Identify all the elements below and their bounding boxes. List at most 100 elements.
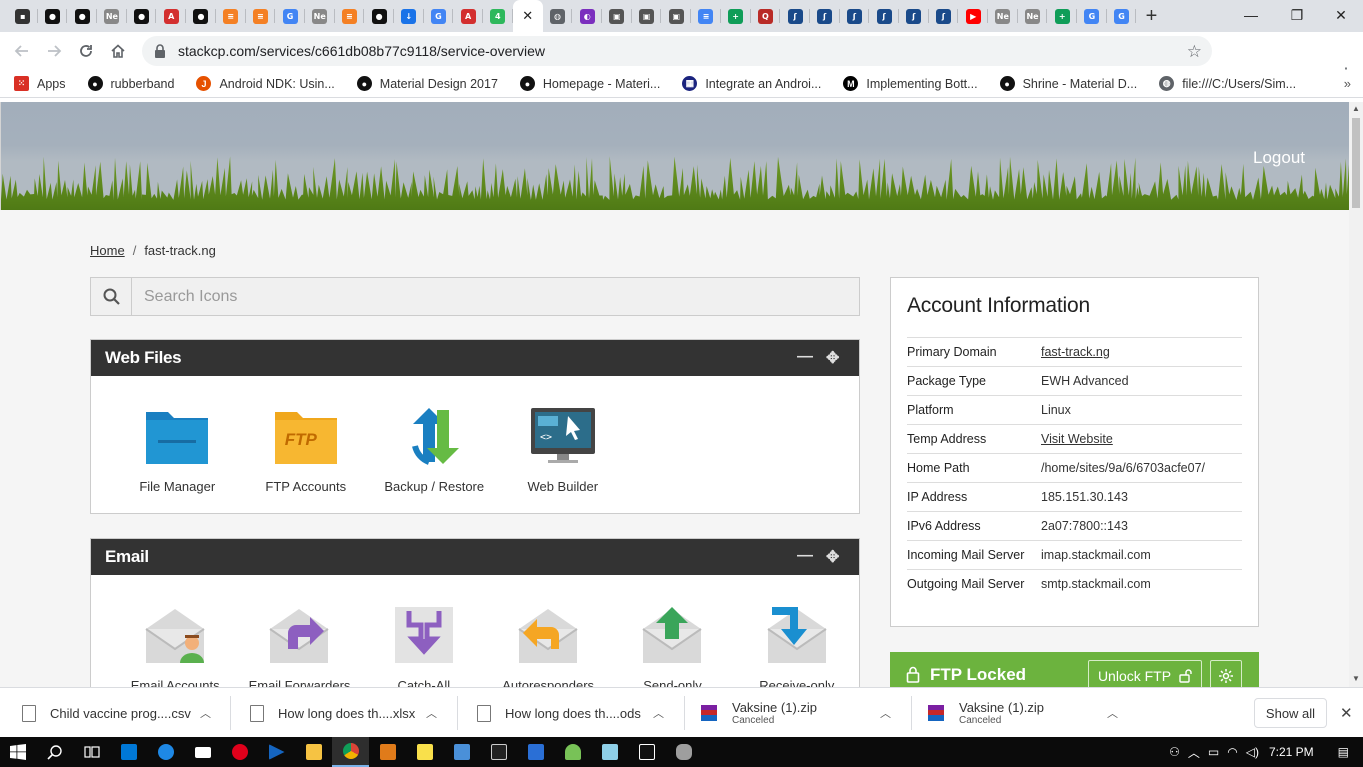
ftp-settings-button[interactable] bbox=[1210, 660, 1242, 687]
start-button[interactable] bbox=[0, 737, 36, 767]
account-info-link[interactable]: Visit Website bbox=[1041, 432, 1113, 446]
browser-tab[interactable]: ʃ bbox=[929, 0, 959, 32]
unlock-ftp-button[interactable]: Unlock FTP bbox=[1088, 660, 1202, 687]
browser-tab[interactable]: ʃ bbox=[869, 0, 899, 32]
chevron-up-icon[interactable]: ︿ bbox=[1188, 744, 1200, 761]
bookmark-item[interactable]: ● Shrine - Material D... bbox=[999, 76, 1137, 91]
move-icon[interactable]: ✥ bbox=[826, 348, 839, 368]
taskbar-media[interactable] bbox=[258, 737, 295, 767]
volume-icon[interactable]: ◁) bbox=[1246, 745, 1259, 759]
bookmark-item[interactable]: M Implementing Bott... bbox=[843, 76, 978, 91]
forward-button[interactable] bbox=[38, 35, 70, 67]
taskbar-notepad[interactable] bbox=[591, 737, 628, 767]
search-input[interactable] bbox=[132, 278, 859, 315]
bookmark-item[interactable]: ◍ file:///C:/Users/Sim... bbox=[1159, 76, 1296, 91]
receive-only-tile[interactable]: Receive-only bbox=[735, 575, 859, 687]
browser-tab[interactable]: ● bbox=[67, 0, 97, 32]
close-shelf-icon[interactable]: ✕ bbox=[1340, 704, 1353, 722]
browser-tab[interactable]: Q bbox=[751, 0, 781, 32]
chevron-up-icon[interactable]: ︿ bbox=[880, 705, 891, 721]
bookmark-item[interactable]: ● Homepage - Materi... bbox=[519, 76, 660, 91]
catch-all-tile[interactable]: Catch-All bbox=[362, 575, 486, 687]
scroll-down-icon[interactable]: ▼ bbox=[1352, 674, 1360, 683]
bookmark-item[interactable]: ▦ Integrate an Androi... bbox=[682, 76, 821, 91]
browser-tab[interactable]: ▣ bbox=[632, 0, 662, 32]
email-accounts-tile[interactable]: Email Accounts bbox=[113, 575, 237, 687]
chevron-up-icon[interactable]: ︿ bbox=[200, 705, 211, 721]
bookmark-item[interactable]: J Android NDK: Usin... bbox=[196, 76, 335, 91]
taskbar-android-studio[interactable] bbox=[554, 737, 591, 767]
browser-tab[interactable]: Ne bbox=[305, 0, 335, 32]
collapse-icon[interactable]: — bbox=[797, 348, 813, 366]
taskbar-jetbrains[interactable] bbox=[628, 737, 665, 767]
browser-tab[interactable]: Ne bbox=[97, 0, 127, 32]
browser-tab[interactable]: ▶ bbox=[958, 0, 988, 32]
bookmark-item[interactable]: ● Material Design 2017 bbox=[356, 76, 498, 91]
browser-tab[interactable]: + bbox=[1047, 0, 1077, 32]
taskbar-opera[interactable] bbox=[221, 737, 258, 767]
browser-tab[interactable]: ● bbox=[186, 0, 216, 32]
bookmark-item[interactable]: ⁙ Apps bbox=[14, 76, 66, 91]
download-item[interactable]: How long does th....ods ︿ bbox=[477, 688, 677, 738]
people-icon[interactable]: ⚇ bbox=[1169, 745, 1180, 759]
browser-tab[interactable]: ● bbox=[38, 0, 68, 32]
search-taskbar-button[interactable] bbox=[36, 737, 73, 767]
close-icon[interactable]: ✕ bbox=[522, 8, 533, 24]
chevron-up-icon[interactable]: ︿ bbox=[653, 705, 664, 721]
browser-tab[interactable]: ◐ bbox=[572, 0, 602, 32]
download-item[interactable]: How long does th....xlsx ︿ bbox=[250, 688, 450, 738]
reload-button[interactable] bbox=[70, 35, 102, 67]
browser-tab[interactable]: + bbox=[721, 0, 751, 32]
taskbar-edge[interactable] bbox=[147, 737, 184, 767]
logout-link[interactable]: Logout bbox=[1253, 148, 1305, 168]
backup-restore-tile[interactable]: Backup / Restore bbox=[370, 376, 499, 494]
browser-tab[interactable]: G bbox=[1077, 0, 1107, 32]
browser-tab[interactable]: ≡ bbox=[246, 0, 276, 32]
minimize-button[interactable]: — bbox=[1228, 0, 1274, 30]
wifi-icon[interactable]: ◠ bbox=[1227, 745, 1237, 759]
browser-tab[interactable]: ▣ bbox=[602, 0, 632, 32]
browser-tab[interactable]: ◍ bbox=[543, 0, 573, 32]
move-icon[interactable]: ✥ bbox=[826, 547, 839, 567]
browser-tab[interactable]: ▪ bbox=[8, 0, 38, 32]
bookmark-star-icon[interactable]: ☆ bbox=[1187, 42, 1202, 62]
taskbar-sticky[interactable] bbox=[406, 737, 443, 767]
restore-button[interactable]: ❐ bbox=[1274, 0, 1320, 30]
browser-tab[interactable]: ● bbox=[364, 0, 394, 32]
browser-tab[interactable]: G bbox=[275, 0, 305, 32]
ftp-accounts-tile[interactable]: FTP FTP Accounts bbox=[242, 376, 371, 494]
file-manager-tile[interactable]: File Manager bbox=[113, 376, 242, 494]
taskbar-cmd[interactable] bbox=[480, 737, 517, 767]
taskbar-database[interactable] bbox=[665, 737, 702, 767]
task-view-button[interactable] bbox=[73, 737, 110, 767]
scroll-up-icon[interactable]: ▲ bbox=[1352, 104, 1360, 113]
download-item[interactable]: Vaksine (1).zip Canceled ︿ bbox=[927, 688, 1137, 738]
browser-tab[interactable]: ↓ bbox=[394, 0, 424, 32]
account-info-link[interactable]: fast-track.ng bbox=[1041, 345, 1110, 359]
battery-icon[interactable]: ▭ bbox=[1208, 745, 1219, 759]
back-button[interactable] bbox=[6, 35, 38, 67]
taskbar-app[interactable] bbox=[369, 737, 406, 767]
browser-tab[interactable]: ʃ bbox=[899, 0, 929, 32]
chevron-up-icon[interactable]: ︿ bbox=[1107, 705, 1118, 721]
browser-tab[interactable]: ≡ bbox=[216, 0, 246, 32]
show-all-downloads-button[interactable]: Show all bbox=[1254, 698, 1327, 728]
browser-tab[interactable]: ● bbox=[127, 0, 157, 32]
web-builder-tile[interactable]: <> Web Builder bbox=[499, 376, 628, 494]
address-bar[interactable]: stackcp.com/services/c661db08b77c9118/se… bbox=[142, 36, 1212, 66]
taskbar-chrome[interactable] bbox=[332, 737, 369, 767]
browser-tab[interactable]: ▣ bbox=[661, 0, 691, 32]
scrollbar-thumb[interactable] bbox=[1352, 118, 1360, 208]
taskbar-mail[interactable] bbox=[184, 737, 221, 767]
bookmark-item[interactable]: ● rubberband bbox=[87, 76, 174, 91]
browser-tab[interactable]: G bbox=[1107, 0, 1137, 32]
autoresponders-tile[interactable]: Autoresponders bbox=[486, 575, 610, 687]
page-scrollbar[interactable]: ▲ ▼ bbox=[1349, 102, 1363, 687]
browser-tab[interactable]: ≡ bbox=[691, 0, 721, 32]
bookmarks-overflow-icon[interactable]: » bbox=[1344, 76, 1351, 91]
download-item[interactable]: Vaksine (1).zip Canceled ︿ bbox=[700, 688, 910, 738]
taskbar-app[interactable] bbox=[517, 737, 554, 767]
browser-tab[interactable]: ≡ bbox=[335, 0, 365, 32]
taskbar-app[interactable] bbox=[443, 737, 480, 767]
chevron-up-icon[interactable]: ︿ bbox=[426, 705, 437, 721]
